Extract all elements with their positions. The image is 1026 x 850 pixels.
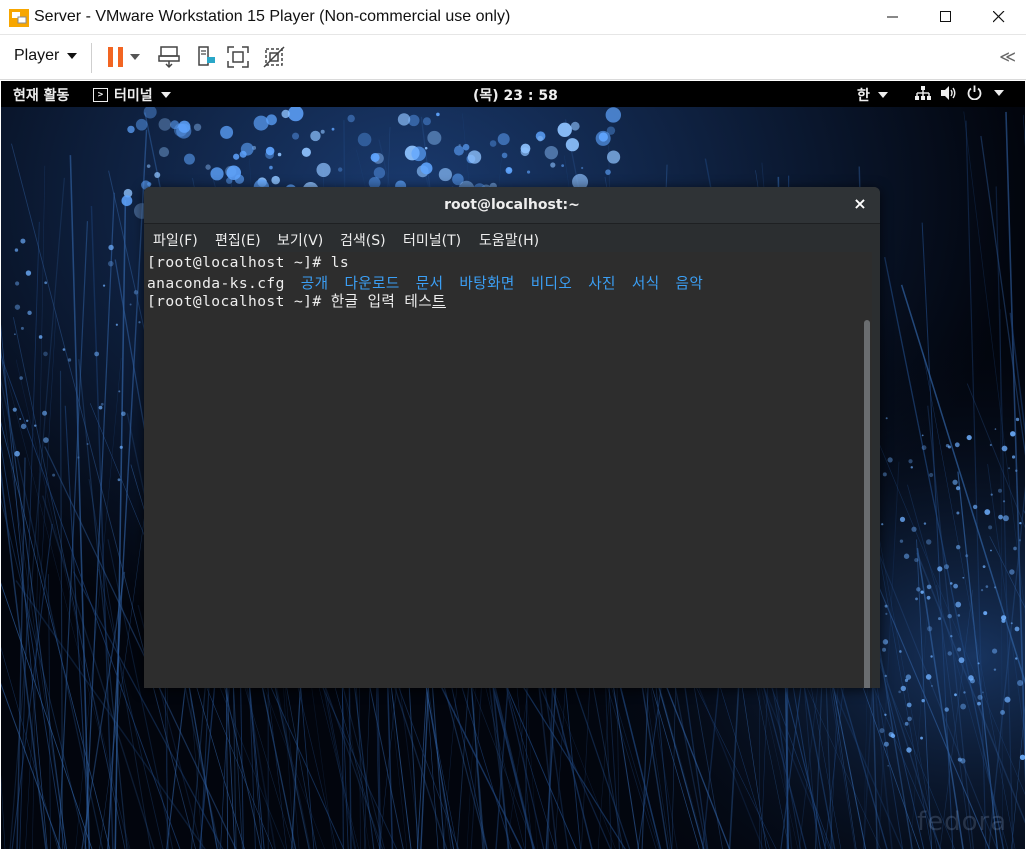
- pause-dropdown-button[interactable]: [128, 44, 142, 70]
- network-wired-icon: [915, 85, 931, 100]
- minimize-icon: [887, 16, 898, 18]
- window-title: Server - VMware Workstation 15 Player (N…: [34, 8, 511, 25]
- dir-entry: 사진: [588, 275, 616, 292]
- terminal-menubar: 파일(F) 편집(E) 보기(V) 검색(S) 터미널(T) 도움말(H): [144, 224, 880, 252]
- fullscreen-icon: [227, 46, 249, 68]
- pause-button[interactable]: [103, 44, 129, 70]
- power-icon: [967, 85, 982, 100]
- menu-help[interactable]: 도움말(H): [479, 230, 539, 250]
- close-button[interactable]: [973, 0, 1025, 34]
- player-menu-label: Player: [14, 47, 60, 64]
- unity-button[interactable]: [261, 44, 287, 70]
- maximize-icon: [940, 11, 951, 22]
- menu-view[interactable]: 보기(V): [277, 230, 323, 250]
- input-method-button[interactable]: 한: [857, 85, 888, 105]
- menu-search[interactable]: 검색(S): [340, 230, 386, 250]
- collapse-toolbar-button[interactable]: ≪: [999, 47, 1016, 66]
- terminal-window[interactable]: root@localhost:~ × 파일(F) 편집(E) 보기(V) 검색(…: [144, 187, 880, 688]
- terminal-title: root@localhost:~: [444, 197, 580, 213]
- terminal-titlebar[interactable]: root@localhost:~ ×: [144, 187, 880, 224]
- removable-devices-button[interactable]: [193, 44, 219, 70]
- chevron-down-icon: [67, 53, 78, 59]
- app-menu-button[interactable]: > 터미널: [93, 85, 171, 105]
- unity-icon: [263, 46, 285, 68]
- terminal-app-icon: >: [93, 88, 108, 102]
- vmware-toolbar: Player ≪: [0, 35, 1026, 80]
- typed-text: 한글 입력 테스: [330, 293, 433, 310]
- chevron-down-icon: [877, 92, 888, 98]
- window-titlebar: Server - VMware Workstation 15 Player (N…: [0, 0, 1026, 35]
- dir-entry: 음악: [675, 275, 704, 292]
- dir-entry: 서식: [631, 275, 660, 292]
- clock-label: (목) 23 : 58: [473, 88, 558, 104]
- pause-icon: [108, 47, 123, 67]
- clock-button[interactable]: (목) 23 : 58: [473, 85, 558, 105]
- activities-button[interactable]: 현재 활동: [13, 85, 69, 105]
- chevron-down-icon: [160, 92, 171, 98]
- volume-icon: [941, 85, 956, 100]
- dir-entry: 바탕화면: [459, 275, 515, 292]
- activities-label: 현재 활동: [13, 88, 70, 104]
- terminal-line-input: [root@localhost ~]# 한글 입력 테스트: [147, 290, 446, 311]
- player-menu-button[interactable]: Player: [14, 47, 78, 65]
- terminal-scrollbar[interactable]: [864, 320, 870, 688]
- prompt: [root@localhost ~]#: [147, 293, 331, 310]
- fedora-watermark: fedora: [917, 807, 1008, 837]
- terminal-line-ls: [root@localhost ~]# ls: [147, 254, 350, 271]
- chevron-down-icon: [994, 89, 1004, 96]
- send-ctrl-alt-del-button[interactable]: [157, 44, 183, 70]
- toolbar-divider: [91, 43, 92, 73]
- minimize-button[interactable]: [867, 0, 919, 34]
- system-menu-button[interactable]: [915, 85, 1004, 100]
- menu-edit[interactable]: 편집(E): [215, 230, 261, 250]
- menu-terminal[interactable]: 터미널(T): [403, 230, 461, 250]
- close-icon: [993, 11, 1005, 23]
- chevron-down-icon: [130, 54, 140, 60]
- vmware-logo-icon: [9, 9, 29, 27]
- gnome-top-bar: 현재 활동 > 터미널 (목) 23 : 58 한: [1, 81, 1025, 107]
- app-menu-label: 터미널: [114, 88, 153, 104]
- maximize-button[interactable]: [920, 0, 972, 34]
- removable-devices-icon: [198, 46, 215, 66]
- terminal-close-button[interactable]: ×: [850, 194, 870, 214]
- input-method-label: 한: [857, 88, 870, 104]
- fullscreen-button[interactable]: [225, 44, 251, 70]
- send-ctrl-alt-del-icon: [158, 46, 180, 69]
- guest-screen[interactable]: 현재 활동 > 터미널 (목) 23 : 58 한 root@localhost…: [1, 81, 1025, 849]
- text-cursor: 트: [432, 293, 446, 310]
- terminal-output[interactable]: [root@localhost ~]# ls anaconda-ks.cfg 공개…: [144, 252, 872, 688]
- dir-entry: 비디오: [530, 275, 573, 292]
- menu-file[interactable]: 파일(F): [153, 230, 198, 250]
